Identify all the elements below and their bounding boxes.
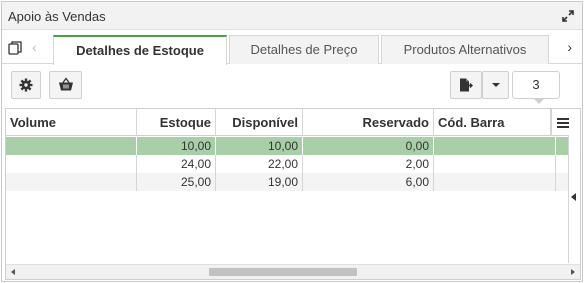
cell-cod-barra: [434, 155, 556, 173]
column-header-disponivel[interactable]: Disponível: [216, 109, 303, 136]
record-count-badge: 3: [512, 71, 560, 104]
column-header-reservado[interactable]: Reservado: [303, 109, 434, 136]
basket-icon: [58, 77, 73, 91]
panel-title: Apoio às Vendas: [8, 9, 106, 24]
caret-down-icon: [491, 83, 500, 87]
column-header-cod-barra[interactable]: Cód. Barra: [434, 109, 551, 136]
grid-toolbar: 3: [2, 65, 582, 109]
cell-estoque: 24,00: [137, 155, 216, 173]
tab-stock-details[interactable]: Detalhes de Estoque: [53, 35, 227, 65]
cell-volume: [6, 173, 137, 191]
cell-volume: [6, 137, 137, 155]
settings-button[interactable]: [11, 71, 41, 99]
export-button[interactable]: [450, 71, 482, 99]
grid-header: Volume Estoque Disponível Reservado Cód.…: [6, 109, 580, 136]
copy-icon[interactable]: [8, 41, 22, 55]
column-header-estoque[interactable]: Estoque: [137, 109, 216, 136]
expand-icon[interactable]: [562, 10, 574, 22]
column-header-volume[interactable]: Volume: [6, 109, 137, 136]
cell-disponivel: 10,00: [216, 137, 303, 155]
cell-reservado: 2,00: [303, 155, 434, 173]
chevron-right-icon[interactable]: ›: [567, 39, 572, 55]
scroll-left-icon[interactable]: [11, 269, 15, 275]
details-panel-toggle[interactable]: [568, 135, 580, 263]
export-document-icon: [460, 78, 473, 92]
gear-icon: [19, 78, 33, 92]
cell-reservado: 0,00: [303, 137, 434, 155]
tab-price-details[interactable]: Detalhes de Preço: [229, 35, 379, 64]
sales-support-panel: Apoio às Vendas ‹ Detalhes de Estoque De…: [1, 1, 583, 282]
scroll-right-icon[interactable]: [571, 269, 575, 275]
cell-volume: [6, 155, 137, 173]
export-options-dropdown[interactable]: [482, 71, 509, 99]
cell-estoque: 10,00: [137, 137, 216, 155]
cell-disponivel: 22,00: [216, 155, 303, 173]
column-menu-button[interactable]: [551, 109, 573, 136]
table-row[interactable]: 10,00 10,00 0,00: [6, 137, 580, 155]
scrollbar-thumb[interactable]: [209, 268, 357, 276]
cell-estoque: 25,00: [137, 173, 216, 191]
panel-header: Apoio às Vendas: [2, 2, 582, 30]
cell-reservado: 6,00: [303, 173, 434, 191]
chevron-left-icon[interactable]: ‹: [32, 39, 37, 55]
column-menu-icon: [557, 118, 569, 128]
stock-details-grid: Volume Estoque Disponível Reservado Cód.…: [5, 108, 581, 280]
cell-disponivel: 19,00: [216, 173, 303, 191]
tab-alternative-products[interactable]: Produtos Alternativos: [381, 35, 549, 64]
cell-cod-barra: [434, 137, 556, 155]
basket-button[interactable]: [49, 71, 82, 99]
horizontal-scrollbar[interactable]: [6, 264, 580, 279]
table-row[interactable]: 24,00 22,00 2,00: [6, 155, 580, 173]
caret-left-icon: [571, 193, 576, 201]
cell-cod-barra: [434, 173, 556, 191]
table-row[interactable]: 25,00 19,00 6,00: [6, 173, 580, 191]
tab-bar: ‹ Detalhes de Estoque Detalhes de Preço …: [2, 31, 582, 65]
